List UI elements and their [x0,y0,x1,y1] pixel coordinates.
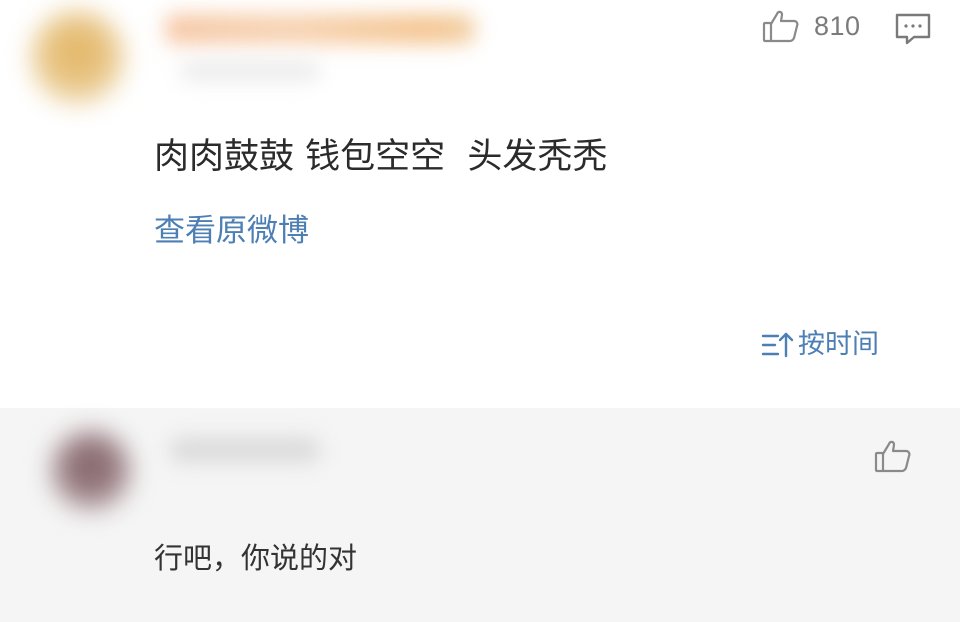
reply-card: 行吧，你说的对 [0,408,960,622]
like-button[interactable] [874,438,912,478]
comment-text: 肉肉鼓鼓 钱包空空 头发秃秃 [154,137,608,177]
comment-bubble-icon [894,12,932,46]
avatar[interactable] [50,430,132,512]
comment-meta-blurred [180,62,320,80]
view-original-link[interactable]: 查看原微博 [154,211,309,251]
like-button[interactable]: 810 [762,8,861,44]
comment-feed: 810 肉肉鼓鼓 钱包空空 头发秃秃 查看原微博 按时间 行吧，你说的对 [0,0,960,622]
like-count: 810 [814,10,861,41]
sort-by-time-button[interactable]: 按时间 [760,327,879,363]
username-blurred[interactable] [170,438,320,462]
sort-label: 按时间 [798,329,879,360]
sort-icon [760,330,794,360]
thumbs-up-icon [762,8,800,44]
comment-card: 810 肉肉鼓鼓 钱包空空 头发秃秃 查看原微博 按时间 [0,0,960,408]
username-blurred[interactable] [165,14,475,44]
reply-text: 行吧，你说的对 [154,541,358,575]
reply-button[interactable] [894,12,932,46]
avatar[interactable] [30,10,125,105]
thumbs-up-icon [874,440,912,478]
